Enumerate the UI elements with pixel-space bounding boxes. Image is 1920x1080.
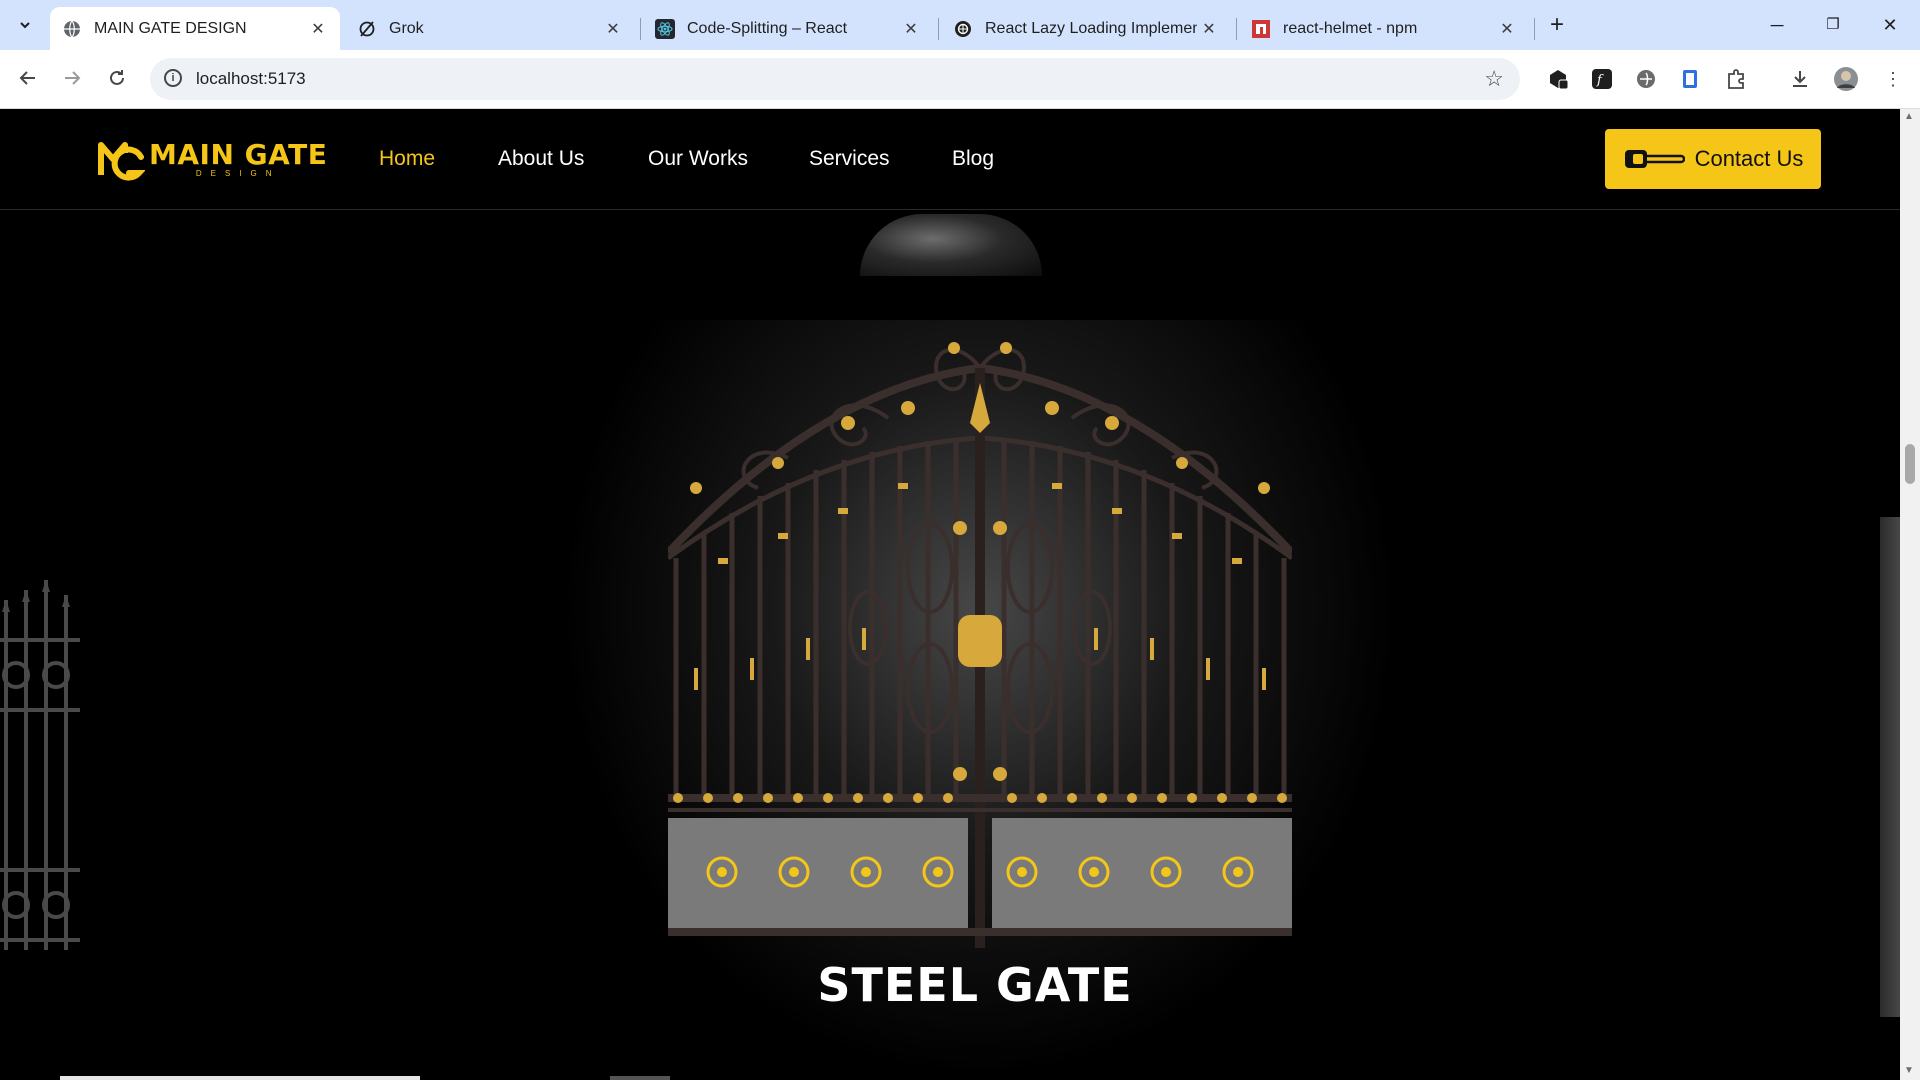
close-tab-icon[interactable]: ✕ bbox=[601, 19, 625, 39]
site-header: MAIN GATE DESIGN Home About Us Our Works… bbox=[0, 109, 1900, 210]
close-window-button[interactable]: ✕ bbox=[1870, 10, 1910, 40]
chevron-down-icon bbox=[20, 22, 30, 29]
mg-logo-icon bbox=[98, 142, 145, 181]
menu-kebab-icon[interactable]: ⋮ bbox=[1879, 65, 1907, 93]
tab-react-lazy-loading[interactable]: React Lazy Loading Implementa ✕ bbox=[941, 7, 1231, 50]
restore-button[interactable]: ❐ bbox=[1813, 10, 1853, 40]
arrow-left-icon bbox=[19, 71, 35, 85]
logo-text: MAIN GATE DESIGN bbox=[149, 141, 327, 179]
scroll-up-arrow-icon[interactable]: ▲ bbox=[1904, 111, 1914, 122]
steel-gate-image bbox=[668, 342, 1292, 948]
clipboard-extension-icon[interactable] bbox=[1676, 65, 1704, 93]
nav-about-us[interactable]: About Us bbox=[498, 147, 584, 171]
contact-us-button[interactable]: Contact Us bbox=[1605, 129, 1821, 189]
vpn-extension-icon[interactable] bbox=[1632, 65, 1660, 93]
tab-separator bbox=[640, 18, 641, 40]
tab-title: MAIN GATE DESIGN bbox=[94, 19, 247, 37]
tab-main-gate-design[interactable]: MAIN GATE DESIGN ✕ bbox=[50, 7, 340, 50]
close-tab-icon[interactable]: ✕ bbox=[1197, 19, 1221, 39]
contact-us-label: Contact Us bbox=[1694, 146, 1804, 171]
forward-button[interactable] bbox=[56, 62, 88, 94]
close-tab-icon[interactable]: ✕ bbox=[306, 19, 330, 39]
extension-cube-icon[interactable] bbox=[1544, 65, 1572, 93]
tab-title: Grok bbox=[389, 19, 424, 37]
tab-separator bbox=[938, 18, 939, 40]
tab-react-helmet-npm[interactable]: react-helmet - npm ✕ bbox=[1239, 7, 1529, 50]
nav-blog[interactable]: Blog bbox=[952, 147, 994, 171]
react-icon bbox=[655, 18, 675, 39]
url-text[interactable]: localhost:5173 bbox=[196, 69, 306, 89]
ceiling-lamp bbox=[860, 214, 1042, 276]
site-info-icon[interactable]: i bbox=[164, 69, 182, 87]
font-extension-icon[interactable]: f bbox=[1588, 65, 1616, 93]
address-bar[interactable]: i localhost:5173 ☆ bbox=[150, 58, 1520, 100]
tab-separator bbox=[1236, 18, 1237, 40]
reload-icon bbox=[110, 70, 124, 85]
key-icon bbox=[1624, 150, 1685, 168]
side-gate-image-left bbox=[0, 580, 80, 950]
hero-section: STEEL GATE bbox=[0, 210, 1900, 1080]
grok-icon bbox=[357, 19, 377, 39]
slider-progress-track bbox=[610, 1076, 670, 1080]
new-tab-button[interactable]: + bbox=[1542, 10, 1572, 40]
logo-main-text: MAIN GATE bbox=[149, 138, 328, 171]
tab-title: React Lazy Loading Implementa bbox=[985, 19, 1197, 37]
slider-progress-bar bbox=[60, 1076, 420, 1080]
back-button[interactable] bbox=[12, 62, 44, 94]
browser-toolbar: i localhost:5173 ☆ f ⋮ bbox=[0, 50, 1920, 109]
page-scrollbar[interactable]: ▲ ▼ bbox=[1900, 109, 1920, 1080]
nav-services[interactable]: Services bbox=[809, 147, 890, 171]
tab-title: react-helmet - npm bbox=[1283, 19, 1418, 37]
web-page: MAIN GATE DESIGN Home About Us Our Works… bbox=[0, 109, 1900, 1080]
npm-icon bbox=[1251, 19, 1271, 39]
side-gate-image-right bbox=[1880, 517, 1900, 1017]
bookmark-star-icon[interactable]: ☆ bbox=[1484, 66, 1504, 92]
minimize-button[interactable]: ─ bbox=[1757, 10, 1797, 40]
tab-code-splitting[interactable]: Code-Splitting – React ✕ bbox=[643, 7, 933, 50]
nav-our-works[interactable]: Our Works bbox=[648, 147, 748, 171]
reload-button[interactable] bbox=[101, 62, 133, 94]
site-logo[interactable]: MAIN GATE DESIGN bbox=[97, 137, 327, 183]
hero-title: STEEL GATE bbox=[817, 958, 1133, 1012]
chatgpt-icon bbox=[953, 19, 973, 39]
tab-separator bbox=[1534, 18, 1535, 40]
tab-search-button[interactable] bbox=[10, 11, 40, 39]
arrow-right-icon bbox=[65, 71, 81, 85]
nav-home[interactable]: Home bbox=[379, 147, 435, 171]
close-tab-icon[interactable]: ✕ bbox=[1495, 19, 1519, 39]
close-tab-icon[interactable]: ✕ bbox=[899, 19, 923, 39]
profile-avatar[interactable] bbox=[1832, 65, 1860, 93]
tab-grok[interactable]: Grok ✕ bbox=[345, 7, 635, 50]
download-icon[interactable] bbox=[1786, 65, 1814, 93]
extensions-puzzle-icon[interactable] bbox=[1722, 65, 1750, 93]
tab-title: Code-Splitting – React bbox=[687, 19, 848, 37]
scrollbar-thumb[interactable] bbox=[1905, 444, 1915, 484]
scroll-down-arrow-icon[interactable]: ▼ bbox=[1904, 1065, 1914, 1076]
globe-icon bbox=[62, 19, 82, 39]
tab-strip: MAIN GATE DESIGN ✕ Grok ✕ Code-Splitting… bbox=[0, 0, 1920, 50]
